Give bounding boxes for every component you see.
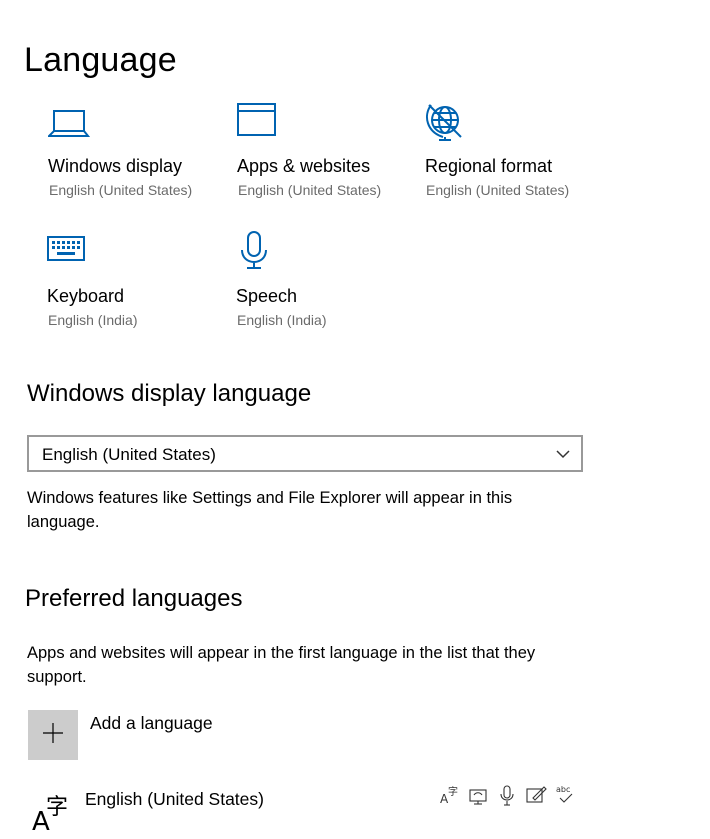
- tile-title: Windows display: [48, 156, 183, 176]
- laptop-icon: [48, 102, 92, 146]
- tile-subtitle: English (United States): [49, 182, 193, 198]
- app-window-icon: [237, 102, 281, 146]
- plus-icon: [42, 722, 64, 749]
- display-language-icon: A 字: [440, 783, 460, 812]
- tile-title: Keyboard: [47, 286, 125, 306]
- keyboard-icon: [47, 230, 91, 274]
- svg-text:abc: abc: [556, 785, 570, 794]
- globe-icon: [425, 102, 469, 146]
- display-language-heading: Windows display language: [27, 380, 312, 407]
- display-language-description: Windows features like Settings and File …: [27, 489, 513, 531]
- display-language-dropdown[interactable]: English (United States): [27, 435, 583, 472]
- chevron-down-icon: [555, 447, 571, 465]
- tile-windows-display[interactable]: Windows display English (United States): [48, 102, 228, 202]
- spell-check-icon: abc: [555, 783, 577, 812]
- svg-text:字: 字: [46, 795, 68, 820]
- tile-title: Speech: [236, 286, 298, 306]
- preferred-languages-heading: Preferred languages: [25, 585, 243, 612]
- speech-recognition-icon: [497, 783, 517, 812]
- tile-title: Regional format: [425, 156, 553, 176]
- language-name: English (United States): [85, 789, 264, 809]
- tile-subtitle: English (India): [237, 312, 327, 328]
- tile-keyboard[interactable]: Keyboard English (India): [47, 230, 227, 330]
- handwriting-icon: [525, 783, 547, 812]
- tile-regional-format[interactable]: Regional format English (United States): [425, 102, 605, 202]
- text-to-speech-icon: [468, 783, 490, 812]
- add-language-label[interactable]: Add a language: [90, 713, 213, 734]
- language-icon: A 字: [32, 788, 74, 839]
- tile-subtitle: English (United States): [426, 182, 570, 198]
- dropdown-selected-value: English (United States): [42, 445, 216, 464]
- svg-text:字: 字: [448, 785, 458, 798]
- tile-subtitle: English (United States): [238, 182, 382, 198]
- tile-apps-websites[interactable]: Apps & websites English (United States): [237, 102, 417, 202]
- page-title: Language: [24, 40, 177, 79]
- microphone-icon: [236, 230, 280, 274]
- tile-subtitle: English (India): [48, 312, 138, 328]
- tile-title: Apps & websites: [237, 156, 371, 176]
- language-item[interactable]: A 字 English (United States) A 字 abc: [28, 782, 588, 839]
- add-language-button[interactable]: [28, 710, 78, 760]
- tile-speech[interactable]: Speech English (India): [236, 230, 416, 330]
- preferred-languages-description: Apps and websites will appear in the fir…: [27, 644, 536, 686]
